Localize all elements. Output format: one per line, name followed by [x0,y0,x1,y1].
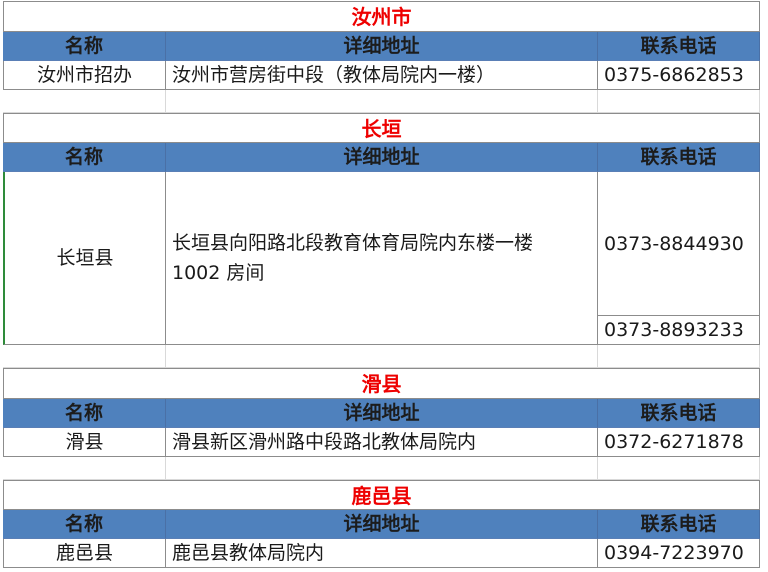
name-cell[interactable]: 汝州市招办 [3,61,166,90]
empty-row [598,90,760,113]
header-name: 名称 [3,32,166,61]
empty-row [3,457,166,480]
phone-cell[interactable]: 0373-8893233 [598,316,760,345]
name-cell[interactable]: 鹿邑县 [3,539,166,568]
empty-row [598,457,760,480]
name-cell[interactable]: 长垣县 [3,172,166,345]
header-name: 名称 [3,510,166,539]
header-phone: 联系电话 [598,399,760,428]
name-cell[interactable]: 滑县 [3,428,166,457]
phone-cell[interactable]: 0394-7223970 [598,539,760,568]
phone-cell[interactable]: 0372-6271878 [598,428,760,457]
section-title: 汝州市 [3,1,760,32]
header-name: 名称 [3,399,166,428]
section-title: 长垣 [3,113,760,143]
section-title: 鹿邑县 [3,480,760,510]
address-cell[interactable]: 汝州市营房街中段（教体局院内一楼） [166,61,598,90]
address-cell[interactable]: 滑县新区滑州路中段路北教体局院内 [166,428,598,457]
header-name: 名称 [3,143,166,172]
header-address: 详细地址 [166,143,598,172]
phone-cell[interactable]: 0373-8844930 [598,172,760,316]
contact-table: 汝州市 名称 详细地址 联系电话 汝州市招办 汝州市营房街中段（教体局院内一楼）… [0,0,768,572]
name-text: 长垣县 [56,247,114,269]
empty-row [598,345,760,368]
empty-row [166,345,598,368]
address-text: 长垣县向阳路北段教育体育局院内东楼一楼 1002 房间 [172,232,534,284]
header-address: 详细地址 [166,399,598,428]
header-address: 详细地址 [166,510,598,539]
empty-row [166,457,598,480]
empty-row [3,90,166,113]
phone-cell[interactable]: 0375-6862853 [598,61,760,90]
header-phone: 联系电话 [598,143,760,172]
header-address: 详细地址 [166,32,598,61]
address-cell[interactable]: 鹿邑县教体局院内 [166,539,598,568]
empty-row [3,345,166,368]
address-cell[interactable]: 长垣县向阳路北段教育体育局院内东楼一楼 1002 房间 [166,172,598,345]
phone-text: 0373-8844930 [604,232,744,255]
empty-row [166,90,598,113]
section-title: 滑县 [3,368,760,399]
header-phone: 联系电话 [598,510,760,539]
header-phone: 联系电话 [598,32,760,61]
